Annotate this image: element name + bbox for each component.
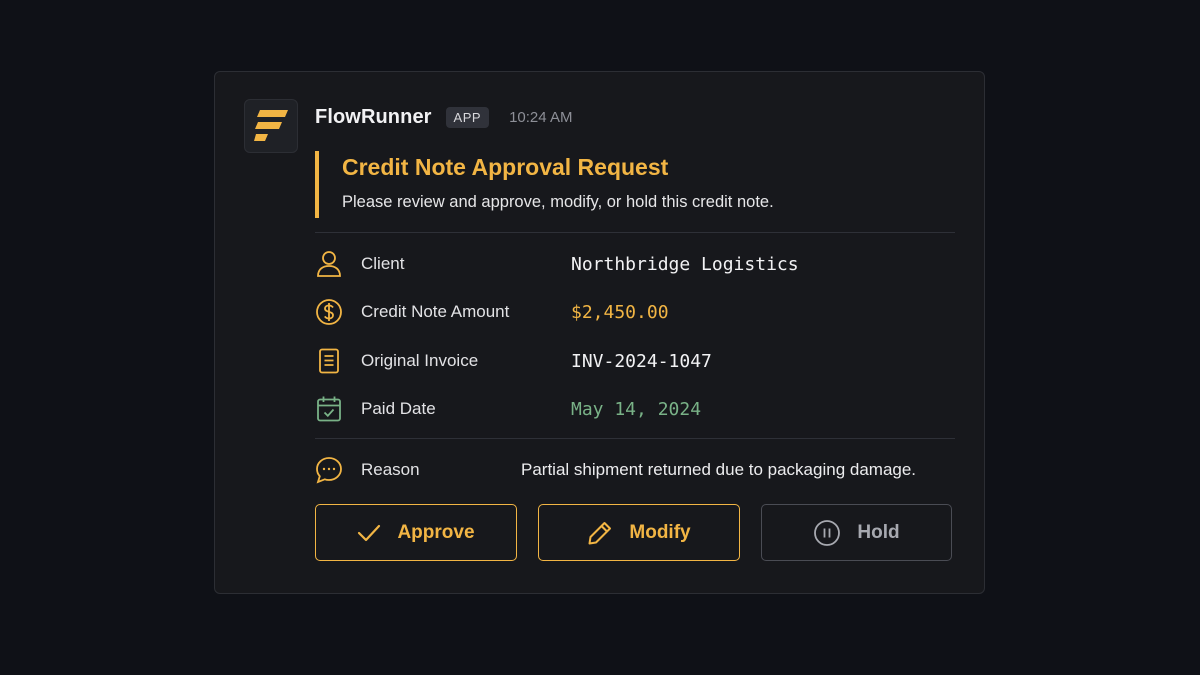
field-label: Paid Date	[361, 399, 436, 418]
check-icon	[357, 523, 381, 543]
approve-label: Approve	[397, 521, 475, 543]
field-value: May 14, 2024	[571, 398, 702, 420]
message-header: FlowRunner APP 10:24 AM	[315, 102, 572, 132]
flowrunner-logo-icon	[244, 99, 298, 153]
user-icon	[315, 250, 343, 278]
field-row-reason: Reason Partial shipment returned due to …	[315, 454, 955, 486]
field-label: Reason	[361, 460, 420, 479]
dollar-circle-icon	[315, 298, 343, 326]
field-row-invoice: Original Invoice INV-2024-1047	[315, 345, 955, 377]
field-value: INV-2024-1047	[571, 350, 712, 372]
field-label: Client	[361, 254, 405, 273]
field-label: Original Invoice	[361, 351, 479, 370]
field-value: $2,450.00	[571, 301, 669, 323]
app-badge: APP	[445, 106, 490, 128]
modify-label: Modify	[629, 521, 691, 543]
message-attachment: Credit Note Approval Request Please revi…	[315, 151, 955, 218]
field-row-client: Client Northbridge Logistics	[315, 248, 955, 280]
hold-label: Hold	[857, 521, 900, 543]
divider	[315, 232, 955, 233]
approve-button[interactable]: Approve	[315, 504, 517, 561]
field-row-amount: Credit Note Amount $2,450.00	[315, 296, 955, 328]
field-label: Credit Note Amount	[361, 302, 510, 321]
document-icon	[315, 347, 343, 375]
pencil-icon	[587, 520, 613, 546]
message-subtitle: Please review and approve, modify, or ho…	[342, 193, 774, 211]
divider	[315, 438, 955, 439]
calendar-check-icon	[315, 395, 343, 423]
message-title: Credit Note Approval Request	[342, 154, 669, 180]
app-name[interactable]: FlowRunner	[315, 106, 432, 129]
message-card: FlowRunner APP 10:24 AM Credit Note Appr…	[214, 71, 985, 594]
reason-value: Partial shipment returned due to packagi…	[521, 460, 917, 479]
field-row-paid-date: Paid Date May 14, 2024	[315, 393, 955, 425]
field-value: Northbridge Logistics	[571, 253, 799, 275]
timestamp[interactable]: 10:24 AM	[509, 109, 572, 126]
chat-bubble-icon	[315, 456, 343, 484]
hold-button[interactable]: Hold	[761, 504, 952, 561]
modify-button[interactable]: Modify	[538, 504, 740, 561]
pause-circle-icon	[813, 519, 841, 547]
